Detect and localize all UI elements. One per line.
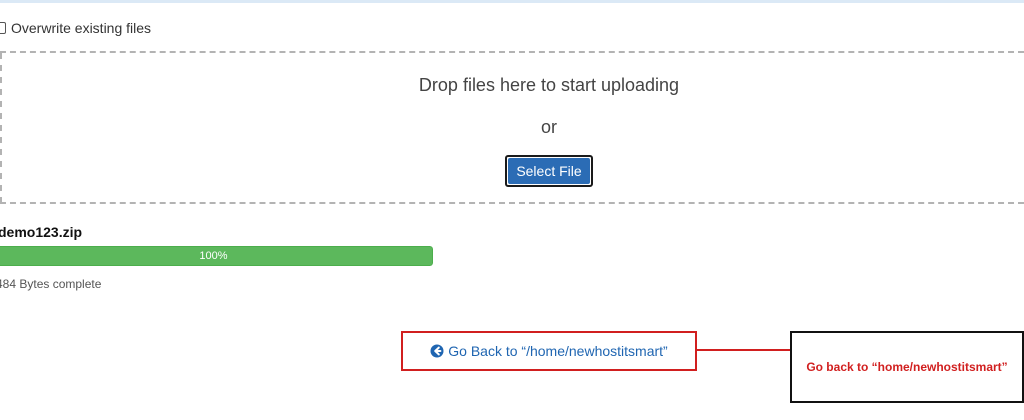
upload-progress-label: 100%: [199, 250, 228, 262]
drop-zone-prompt: Drop files here to start uploading: [418, 75, 680, 95]
annotation-callout: Go back to “home/newhostitsmart”: [790, 331, 1024, 403]
overwrite-option[interactable]: Overwrite existing files: [0, 20, 151, 36]
uploaded-file-name: demo123.zip: [0, 224, 83, 240]
go-back-link[interactable]: Go Back to “/home/newhostitsmart”: [430, 343, 668, 359]
upload-progress-bar: 100%: [0, 246, 433, 266]
file-upload-page: Overwrite existing files Drop files here…: [0, 0, 1024, 420]
drop-zone-or-text: or: [540, 117, 557, 137]
circle-arrow-left-icon: [430, 344, 444, 358]
select-file-button[interactable]: Select File: [505, 155, 593, 187]
select-file-label: Select File: [508, 158, 590, 184]
annotation-callout-text: Go back to “home/newhostitsmart”: [806, 360, 1008, 374]
overwrite-label: Overwrite existing files: [11, 20, 152, 36]
overwrite-checkbox[interactable]: [0, 22, 6, 34]
upload-status-text: 484 Bytes complete: [0, 277, 102, 291]
annotation-connector-line: [697, 349, 790, 351]
top-divider: [0, 0, 1024, 3]
upload-progress-fill: 100%: [0, 246, 433, 266]
go-back-highlight: Go Back to “/home/newhostitsmart”: [401, 331, 697, 371]
go-back-label: Go Back to “/home/newhostitsmart”: [448, 343, 668, 359]
